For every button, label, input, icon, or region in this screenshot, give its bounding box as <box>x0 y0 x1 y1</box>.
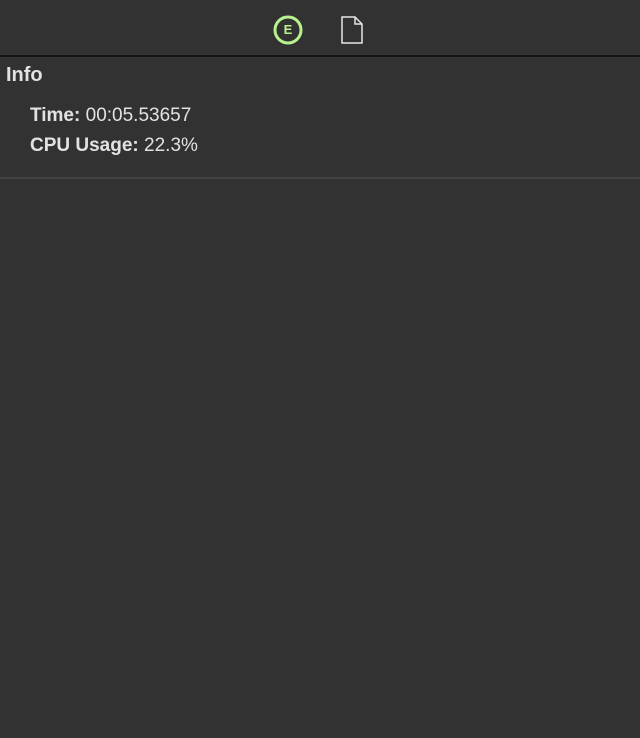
time-row: Time: 00:05.53657 <box>30 105 191 127</box>
document-tab-button[interactable] <box>336 14 368 46</box>
engine-tab-button[interactable]: E <box>272 14 304 46</box>
cpu-usage-row: CPU Usage: 22.3% <box>30 135 198 157</box>
engine-icon-letter: E <box>283 22 293 37</box>
time-label: Time: <box>30 105 81 126</box>
cpu-usage-value: 22.3% <box>144 135 198 156</box>
toolbar: E <box>0 0 640 57</box>
info-section-title: Info <box>6 64 43 86</box>
info-section: Info Time: 00:05.53657 CPU Usage: 22.3% <box>0 57 640 179</box>
cpu-usage-label: CPU Usage: <box>30 135 139 156</box>
time-value: 00:05.53657 <box>85 105 192 126</box>
document-icon <box>341 16 363 44</box>
